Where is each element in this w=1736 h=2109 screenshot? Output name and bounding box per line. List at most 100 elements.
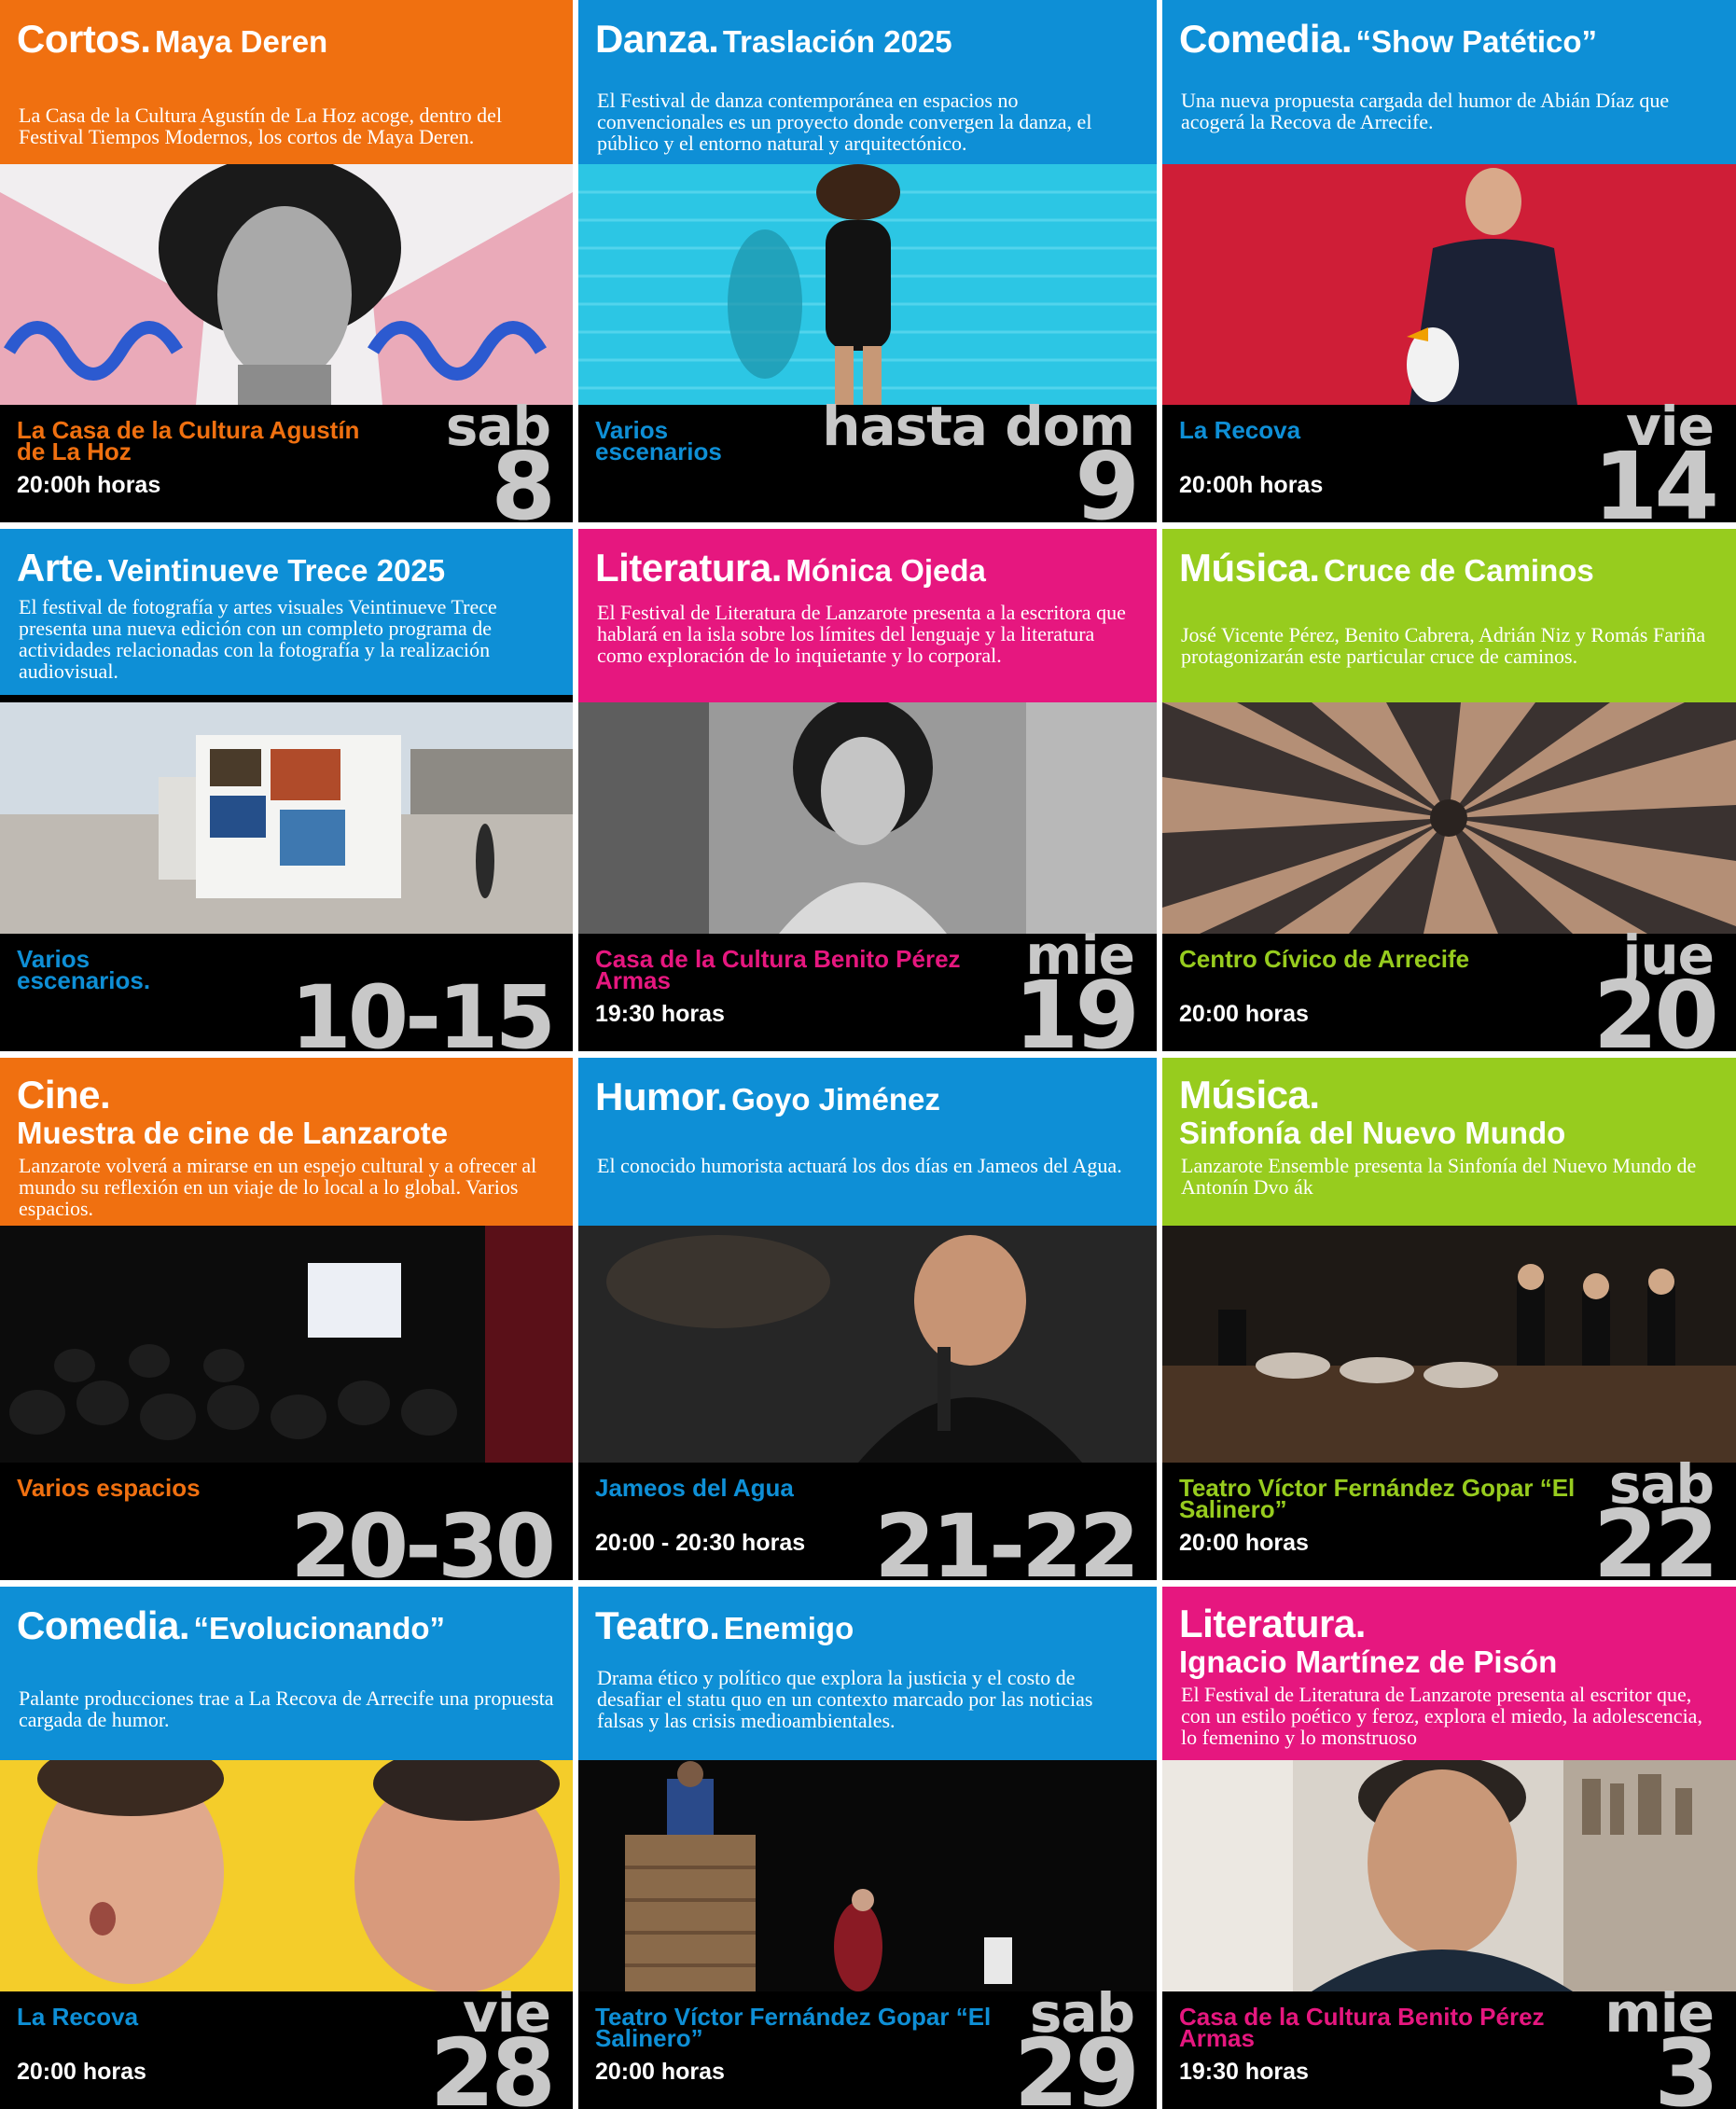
event-venue: La Recova xyxy=(1179,416,1301,444)
event-time: 20:00 horas xyxy=(1179,1001,1309,1027)
card-header: Literatura. Ignacio Martínez de Pisón El… xyxy=(1162,1587,1736,1760)
event-title: Comedia. “Evolucionando” xyxy=(17,1604,562,1646)
event-day: 22 xyxy=(1592,1490,1719,1581)
event-time: 19:30 horas xyxy=(1179,2059,1309,2085)
card-footer: Casa de la Cultura Benito Pérez Armas 19… xyxy=(578,928,1157,1052)
event-subtitle: Enemigo xyxy=(723,1611,854,1645)
card-footer: Varios espacios 20-30 xyxy=(0,1463,573,1580)
event-venue: Varios escenarios. xyxy=(17,945,151,994)
event-category: Arte. xyxy=(17,546,104,590)
event-description: El festival de fotografía y artes visual… xyxy=(19,595,497,683)
event-card[interactable]: Arte. Veintinueve Trece 2025 El festival… xyxy=(0,529,573,1051)
event-subtitle: “Evolucionando” xyxy=(193,1611,446,1645)
event-title: Humor. Goyo Jiménez xyxy=(595,1075,1146,1118)
event-category: Música. xyxy=(1179,1073,1320,1117)
card-footer: Jameos del Agua 20:00 - 20:30 horas 21-2… xyxy=(578,1463,1157,1580)
event-time: 20:00h horas xyxy=(1179,472,1324,498)
event-subtitle: “Show Patético” xyxy=(1355,24,1598,59)
event-photo xyxy=(0,164,573,405)
event-category: Cortos. xyxy=(17,17,151,61)
card-footer: Teatro Víctor Fernández Gopar “El Saline… xyxy=(578,1986,1157,2109)
event-title: Literatura. Mónica Ojeda xyxy=(595,546,1146,590)
card-footer: La Casa de la Cultura Agustín de La Hoz … xyxy=(0,399,573,522)
event-time: 20:00 horas xyxy=(1179,1530,1309,1556)
event-title: Cine. Muestra de cine de Lanzarote xyxy=(17,1073,562,1151)
event-time: 20:00 horas xyxy=(17,2059,146,2085)
event-photo xyxy=(1162,1760,1736,1991)
event-photo xyxy=(1162,164,1736,405)
event-day: 9 xyxy=(1075,432,1140,523)
event-card[interactable]: Cine. Muestra de cine de Lanzarote Lanza… xyxy=(0,1058,573,1580)
event-description: Palante producciones trae a La Recova de… xyxy=(19,1686,554,1731)
event-venue: Centro Cívico de Arrecife xyxy=(1179,945,1470,973)
event-category: Literatura. xyxy=(595,546,782,590)
card-footer: La Recova 20:00h horas vie 14 xyxy=(1162,399,1736,522)
card-footer: Varios escenarios. 10-15 xyxy=(0,934,573,1051)
event-venue: Varios espacios xyxy=(17,1474,201,1502)
event-venue: Casa de la Cultura Benito Pérez Armas xyxy=(595,945,961,994)
event-subtitle: Ignacio Martínez de Pisón xyxy=(1179,1644,1558,1680)
event-category: Literatura. xyxy=(1179,1602,1366,1645)
event-card[interactable]: Danza. Traslación 2025 El Festival de da… xyxy=(578,0,1157,522)
card-header: Cortos. Maya Deren La Casa de la Cultura… xyxy=(0,0,573,166)
event-day: 3 xyxy=(1654,2019,1719,2109)
event-card[interactable]: Humor. Goyo Jiménez El conocido humorist… xyxy=(578,1058,1157,1580)
event-title: Arte. Veintinueve Trece 2025 xyxy=(17,546,562,590)
event-description: Una nueva propuesta cargada del humor de… xyxy=(1181,89,1670,133)
event-card[interactable]: Literatura. Ignacio Martínez de Pisón El… xyxy=(1162,1587,1736,2109)
event-title: Teatro. Enemigo xyxy=(595,1604,1146,1646)
event-subtitle: Maya Deren xyxy=(154,24,328,59)
event-venue: Teatro Víctor Fernández Gopar “El Saline… xyxy=(595,2003,992,2052)
card-header: Comedia. “Show Patético” Una nueva propu… xyxy=(1162,0,1736,166)
event-card[interactable]: Cortos. Maya Deren La Casa de la Cultura… xyxy=(0,0,573,522)
event-title: Danza. Traslación 2025 xyxy=(595,17,1146,61)
event-venue: La Recova xyxy=(17,2003,139,2031)
event-photo xyxy=(0,1760,573,1991)
event-card[interactable]: Teatro. Enemigo Drama ético y político q… xyxy=(578,1587,1157,2109)
card-header: Arte. Veintinueve Trece 2025 El festival… xyxy=(0,529,573,695)
event-category: Humor. xyxy=(595,1075,728,1118)
event-time: 20:00 - 20:30 horas xyxy=(595,1530,806,1556)
agenda-grid: Cortos. Maya Deren La Casa de la Cultura… xyxy=(0,0,1736,2109)
event-title: Comedia. “Show Patético” xyxy=(1179,17,1725,61)
event-day: 20-30 xyxy=(290,1496,556,1581)
event-category: Danza. xyxy=(595,17,719,61)
event-photo xyxy=(1162,702,1736,934)
event-day: 10-15 xyxy=(290,967,556,1052)
event-card[interactable]: Comedia. “Evolucionando” Palante producc… xyxy=(0,1587,573,2109)
event-description: José Vicente Pérez, Benito Cabrera, Adri… xyxy=(1181,623,1706,668)
event-subtitle: Traslación 2025 xyxy=(722,24,952,59)
event-category: Música. xyxy=(1179,546,1320,590)
event-photo xyxy=(0,1226,573,1463)
event-card[interactable]: Música. Cruce de Caminos José Vicente Pé… xyxy=(1162,529,1736,1051)
card-footer: Centro Cívico de Arrecife 20:00 horas ju… xyxy=(1162,928,1736,1052)
event-category: Cine. xyxy=(17,1073,111,1117)
event-subtitle: Muestra de cine de Lanzarote xyxy=(17,1116,449,1151)
event-day: 20 xyxy=(1592,961,1719,1052)
card-header: Música. Sinfonía del Nuevo Mundo Lanzaro… xyxy=(1162,1058,1736,1226)
event-day: 19 xyxy=(1013,961,1140,1052)
event-description: La Casa de la Cultura Agustín de La Hoz … xyxy=(19,104,503,148)
event-day: 21-22 xyxy=(874,1496,1140,1581)
card-header: Humor. Goyo Jiménez El conocido humorist… xyxy=(578,1058,1157,1226)
event-category: Comedia. xyxy=(1179,17,1353,61)
event-subtitle: Goyo Jiménez xyxy=(731,1082,940,1117)
event-subtitle: Veintinueve Trece 2025 xyxy=(107,553,446,588)
event-card[interactable]: Comedia. “Show Patético” Una nueva propu… xyxy=(1162,0,1736,522)
event-day: 29 xyxy=(1013,2019,1140,2109)
event-description: Lanzarote Ensemble presenta la Sinfonía … xyxy=(1181,1154,1697,1199)
card-footer: Teatro Víctor Fernández Gopar “El Saline… xyxy=(1162,1457,1736,1581)
event-card[interactable]: Literatura. Mónica Ojeda El Festival de … xyxy=(578,529,1157,1051)
event-photo xyxy=(578,1226,1157,1463)
card-footer: Casa de la Cultura Benito Pérez Armas 19… xyxy=(1162,1986,1736,2109)
card-header: Comedia. “Evolucionando” Palante producc… xyxy=(0,1587,573,1760)
event-photo xyxy=(1162,1226,1736,1463)
event-subtitle: Mónica Ojeda xyxy=(785,553,986,588)
event-time: 20:00 horas xyxy=(595,2059,725,2085)
event-card[interactable]: Música. Sinfonía del Nuevo Mundo Lanzaro… xyxy=(1162,1058,1736,1580)
event-description: El Festival de Literatura de Lanzarote p… xyxy=(597,601,1126,667)
event-title: Literatura. Ignacio Martínez de Pisón xyxy=(1179,1603,1725,1679)
event-subtitle: Sinfonía del Nuevo Mundo xyxy=(1179,1116,1566,1151)
event-photo xyxy=(578,702,1157,934)
event-title: Cortos. Maya Deren xyxy=(17,17,562,61)
